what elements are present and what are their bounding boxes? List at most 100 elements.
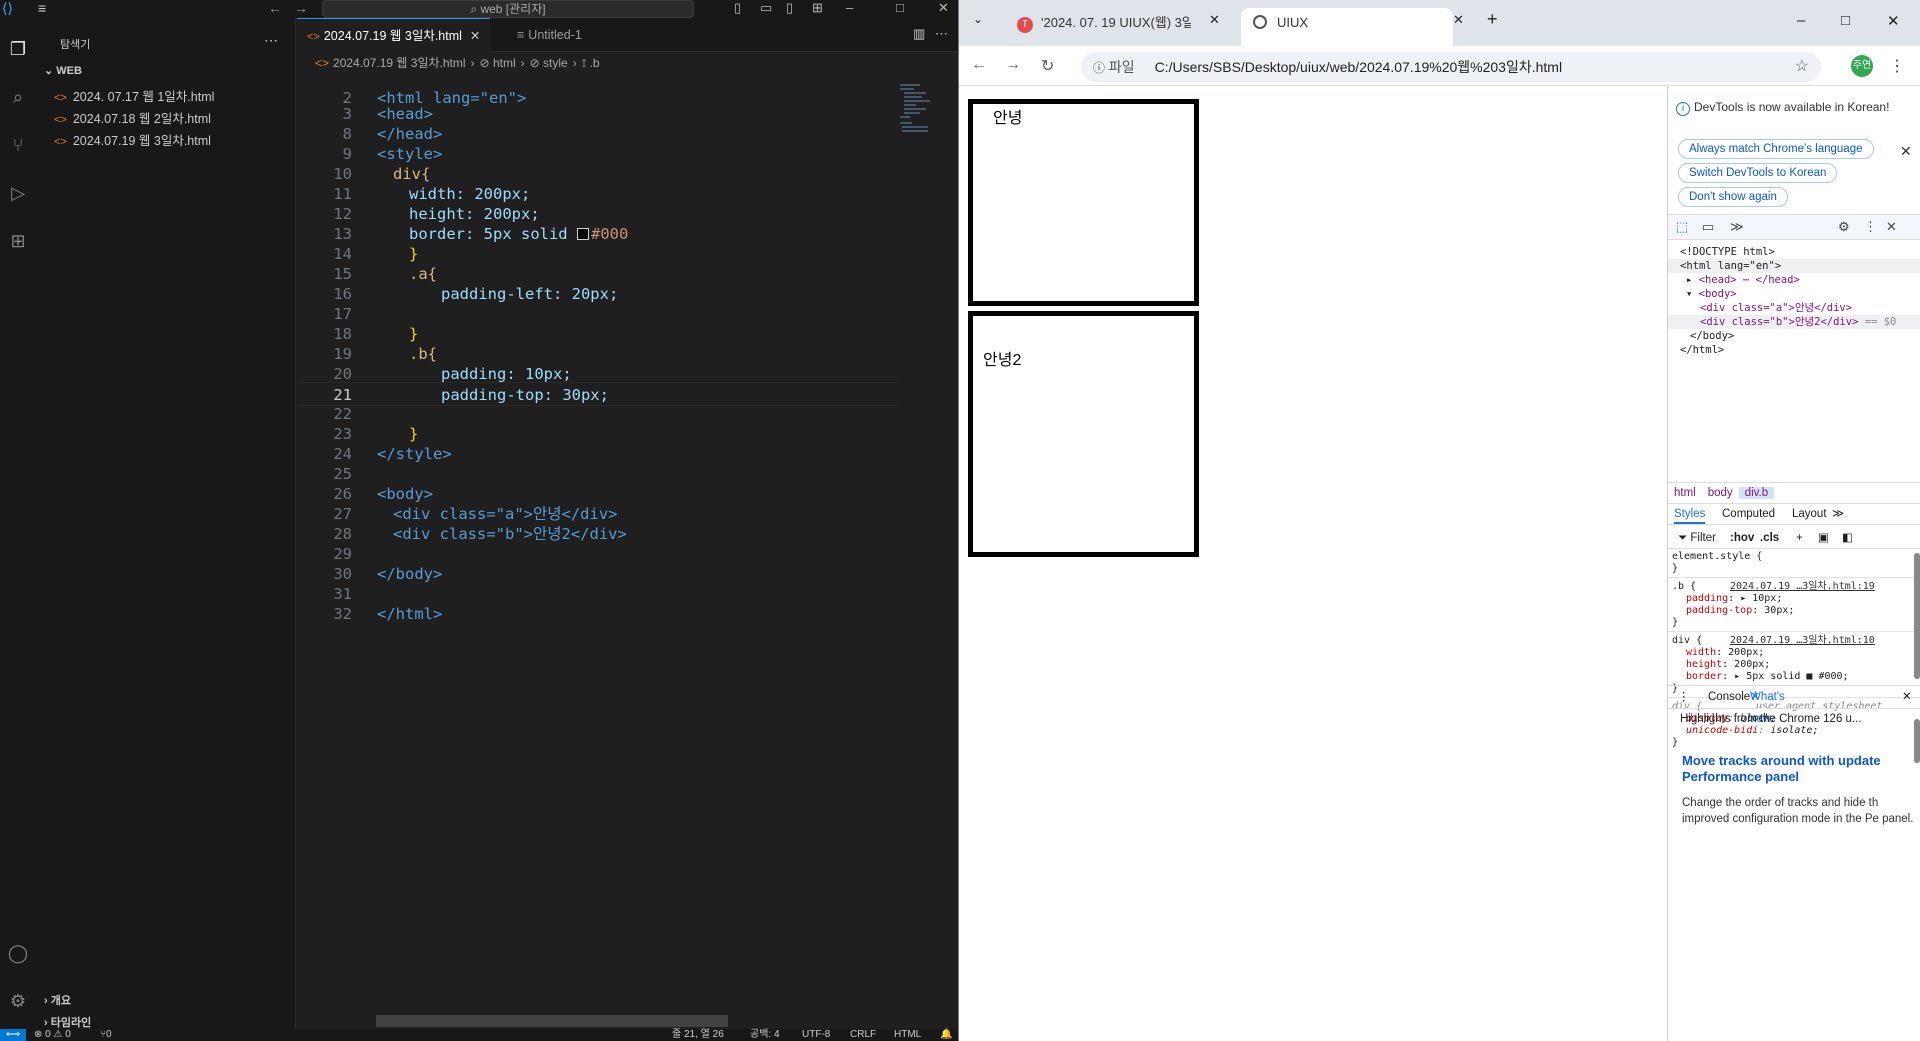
site-info-icon[interactable]: ⓘ	[1093, 53, 1105, 83]
tab-active-file[interactable]: <> 2024.07.19 웹 3일차.html ✕	[297, 18, 491, 52]
toggle-rendering-icon[interactable]: ▣	[1818, 527, 1829, 549]
remote-icon[interactable]: ⟷	[0, 1029, 26, 1041]
editor-more-icon[interactable]: ⋯	[935, 26, 948, 42]
tab-layout[interactable]: Layout	[1792, 504, 1827, 524]
tab-close-icon[interactable]: ✕	[1750, 686, 1760, 708]
dom-node-html-close[interactable]: </html>	[1680, 343, 1724, 357]
settings-gear-icon[interactable]: ⚙	[5, 988, 31, 1014]
tab-search-icon[interactable]: ⌄	[973, 12, 983, 26]
tab-uiux[interactable]: UIUX	[1241, 8, 1453, 46]
tab-console[interactable]: Console	[1708, 686, 1750, 708]
element-style-rule[interactable]: element.style {	[1672, 551, 1762, 563]
drawer-scrollbar[interactable]	[1914, 719, 1920, 763]
breadcrumb-selector[interactable]: .b	[590, 56, 600, 70]
more-actions-icon[interactable]: ⋯	[264, 32, 278, 49]
dismiss-icon[interactable]: ✕	[1900, 143, 1912, 160]
command-center-search[interactable]: ⌕ web [관리자]	[322, 0, 694, 18]
crumb-div-b[interactable]: div.b	[1738, 487, 1775, 499]
back-arrow-icon[interactable]: ←	[971, 56, 987, 74]
tab-styles[interactable]: Styles	[1674, 504, 1706, 524]
breadcrumb-html[interactable]: html	[493, 56, 516, 70]
b-padding-top-decl[interactable]: padding-top: 30px;	[1686, 605, 1794, 617]
dom-node-div-b-selected[interactable]: <div class="b">안녕2</div> == $0	[1668, 315, 1920, 329]
file-item[interactable]: <> 2024. 07.17 웹 1일차.html	[54, 86, 214, 105]
outline-section[interactable]: › 개요	[44, 992, 71, 1008]
profile-avatar[interactable]: 주연	[1851, 55, 1873, 77]
inspect-element-icon[interactable]: ⬚	[1676, 219, 1688, 235]
forward-arrow-icon[interactable]: →	[294, 0, 308, 16]
close-icon[interactable]: ✕	[1887, 12, 1900, 30]
styles-scrollbar[interactable]	[1914, 553, 1920, 679]
drawer-menu-icon[interactable]: ⋮	[1678, 686, 1690, 708]
breadcrumb-style[interactable]: style	[543, 56, 568, 70]
device-toolbar-icon[interactable]: ▭	[1702, 219, 1714, 235]
close-drawer-icon[interactable]: ✕	[1902, 686, 1912, 708]
code-editor[interactable]: 2 <html lang="en"> 3 <head> 8 </head> 9 <sty…	[297, 86, 897, 1006]
cls-toggle[interactable]: .cls	[1760, 527, 1779, 549]
reload-icon[interactable]: ↻	[1041, 56, 1054, 76]
div-border-decl[interactable]: border: ▸ 5px solid ■ #000;	[1686, 671, 1849, 683]
tab-close-icon[interactable]: ✕	[1453, 12, 1464, 28]
tab-untitled[interactable]: ≡ Untitled-1	[507, 18, 592, 52]
hov-toggle[interactable]: :hov	[1730, 527, 1754, 549]
account-icon[interactable]: ◯	[5, 940, 31, 966]
horizontal-scrollbar[interactable]	[376, 1015, 728, 1027]
problems-status[interactable]: ⊗ 0 ⚠ 0	[34, 1029, 71, 1041]
address-bar[interactable]: ⓘ 파일 C:/Users/SBS/Desktop/uiux/web/2024.…	[1081, 52, 1821, 82]
customize-layout-icon[interactable]: ⊞	[812, 0, 823, 16]
b-padding-decl[interactable]: padding: ▸ 10px;	[1686, 593, 1782, 605]
minimap[interactable]	[898, 82, 954, 142]
div-width-decl[interactable]: width: 200px;	[1686, 647, 1764, 659]
toggle-secondary-sidebar-icon[interactable]: ▯	[786, 0, 793, 16]
ports-status[interactable]: ⑂0	[100, 1029, 112, 1041]
workspace-folder[interactable]: ⌄ WEB	[44, 64, 82, 77]
color-swatch-icon[interactable]	[576, 228, 589, 240]
customize-menu-icon[interactable]: ⋮	[1864, 219, 1877, 235]
tab-close-icon[interactable]: ✕	[1209, 12, 1220, 28]
dom-node-head[interactable]: ▸ <head> ⋯ </head>	[1686, 273, 1800, 287]
language-status[interactable]: HTML	[894, 1029, 921, 1041]
file-item[interactable]: <> 2024.07.18 웹 2일차.html	[54, 108, 211, 127]
maximize-icon[interactable]: □	[896, 0, 904, 16]
computed-sidebar-icon[interactable]: ◧	[1842, 527, 1853, 549]
dom-node-div-a[interactable]: <div class="a">안녕</div>	[1700, 301, 1852, 315]
explorer-icon[interactable]: ❐	[5, 36, 31, 62]
b-rule-selector[interactable]: .b {	[1672, 581, 1696, 593]
toggle-panel-icon[interactable]: ▭	[760, 0, 772, 16]
chrome-menu-icon[interactable]: ⋮	[1889, 56, 1905, 76]
split-editor-icon[interactable]: ▥	[913, 26, 925, 42]
minimize-icon[interactable]: –	[1797, 12, 1805, 29]
timeline-section[interactable]: › 타임라인	[44, 1014, 91, 1030]
dom-node-body[interactable]: ▾ <body>	[1686, 287, 1737, 301]
more-panels-icon[interactable]: ≫	[1730, 219, 1744, 235]
new-tab-icon[interactable]: +	[1487, 9, 1498, 30]
run-debug-icon[interactable]: ▷	[5, 180, 31, 206]
hamburger-menu-icon[interactable]: ≡	[38, 1, 46, 15]
dont-show-again-button[interactable]: Don't show again	[1678, 187, 1788, 207]
tab-notion[interactable]: T '2024. 07. 19 UIUX(웹) 3일차' -	[1005, 8, 1191, 46]
switch-to-korean-button[interactable]: Switch DevTools to Korean	[1678, 163, 1838, 183]
indentation-status[interactable]: 공백: 4	[750, 1029, 780, 1041]
crumb-html[interactable]: html	[1668, 487, 1702, 499]
div-rule-source-link[interactable]: 2024.07.19 …3일차.html:10	[1730, 635, 1875, 647]
tab-more[interactable]: ≫	[1832, 504, 1844, 524]
minimize-icon[interactable]: –	[846, 0, 853, 16]
file-item[interactable]: <> 2024.07.19 웹 3일차.html	[54, 130, 211, 149]
b-rule-source-link[interactable]: 2024.07.19 …3일차.html:19	[1730, 581, 1875, 593]
toggle-sidebar-icon[interactable]: ▯	[734, 0, 741, 16]
close-icon[interactable]: ✕	[938, 0, 949, 16]
cursor-position[interactable]: 줄 21, 열 26	[672, 1029, 724, 1041]
dom-node-body-close[interactable]: </body>	[1690, 329, 1734, 343]
div-height-decl[interactable]: height: 200px;	[1686, 659, 1770, 671]
breadcrumb-file[interactable]: 2024.07.19 웹 3일차.html	[333, 56, 466, 70]
source-control-icon[interactable]: ⑂	[5, 132, 31, 158]
eol-status[interactable]: CRLF	[850, 1029, 876, 1041]
dom-node-html[interactable]: <html lang="en">	[1668, 259, 1920, 273]
close-devtools-icon[interactable]: ✕	[1886, 219, 1897, 235]
always-match-language-button[interactable]: Always match Chrome's language	[1678, 139, 1874, 159]
crumb-body[interactable]: body	[1702, 487, 1739, 499]
whats-new-title[interactable]: Move tracks around with update Performan…	[1682, 753, 1920, 787]
forward-arrow-icon[interactable]: →	[1005, 56, 1021, 74]
tab-computed[interactable]: Computed	[1722, 504, 1775, 524]
notifications-icon[interactable]: 🔔	[940, 1029, 952, 1041]
